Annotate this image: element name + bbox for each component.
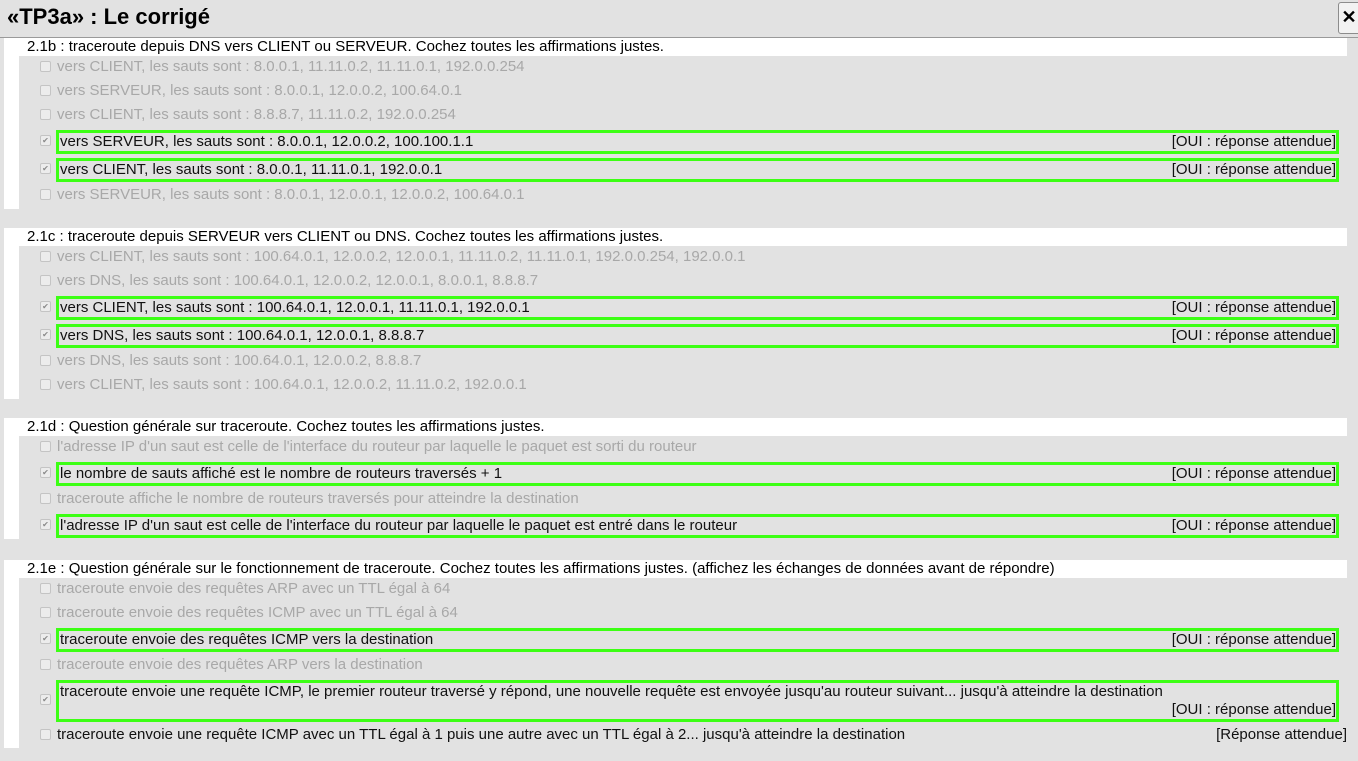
option-row-correct: ✔ l'adresse IP d'un saut est celle de l'… xyxy=(19,512,1347,540)
option-text: vers DNS, les sauts sont : 100.64.0.1, 1… xyxy=(60,327,425,344)
option-row: vers CLIENT, les sauts sont : 100.64.0.1… xyxy=(19,246,1347,270)
option-row-correct: ✔ vers SERVEUR, les sauts sont : 8.0.0.1… xyxy=(19,128,1347,156)
question-title: 2.1c : traceroute depuis SERVEUR vers CL… xyxy=(27,228,664,245)
options-panel: l'adresse IP d'un saut est celle de l'in… xyxy=(19,436,1347,539)
verdict-label: [OUI : réponse attendue] xyxy=(1171,327,1336,344)
checkbox[interactable] xyxy=(40,109,51,120)
option-text: traceroute envoie une requête ICMP avec … xyxy=(57,726,906,743)
option-text: traceroute envoie des requêtes ARP avec … xyxy=(57,580,451,597)
checkbox[interactable] xyxy=(40,355,51,366)
option-row: vers CLIENT, les sauts sont : 8.0.0.1, 1… xyxy=(19,56,1347,80)
verdict-label: [OUI : réponse attendue] xyxy=(1171,161,1336,178)
correct-answer-box: vers CLIENT, les sauts sont : 8.0.0.1, 1… xyxy=(56,158,1339,182)
checkbox[interactable] xyxy=(40,493,51,504)
option-row-correct: ✔ vers CLIENT, les sauts sont : 100.64.0… xyxy=(19,294,1347,322)
options-panel: traceroute envoie des requêtes ARP avec … xyxy=(19,578,1347,748)
option-text: vers DNS, les sauts sont : 100.64.0.1, 1… xyxy=(57,272,539,289)
verdict-label: [OUI : réponse attendue] xyxy=(1171,465,1336,482)
option-text: traceroute envoie des requêtes ICMP avec… xyxy=(57,604,458,621)
option-row: vers SERVEUR, les sauts sont : 8.0.0.1, … xyxy=(19,80,1347,104)
question-2-1d: 2.1d : Question générale sur traceroute.… xyxy=(4,418,1347,539)
option-row: vers SERVEUR, les sauts sont : 8.0.0.1, … xyxy=(19,184,1347,208)
checkbox[interactable] xyxy=(40,379,51,390)
verdict-label: [OUI : réponse attendue] xyxy=(1171,299,1336,316)
correction-content: 2.1b : traceroute depuis DNS vers CLIENT… xyxy=(0,38,1358,761)
option-row-correct: ✔ vers CLIENT, les sauts sont : 8.0.0.1,… xyxy=(19,156,1347,184)
verdict-label: [OUI : réponse attendue] xyxy=(1171,701,1336,718)
checkbox[interactable] xyxy=(40,85,51,96)
checkbox-checked[interactable]: ✔ xyxy=(40,694,51,705)
option-text: vers CLIENT, les sauts sont : 100.64.0.1… xyxy=(57,376,527,393)
checkbox-checked[interactable]: ✔ xyxy=(40,301,51,312)
option-text: vers CLIENT, les sauts sont : 100.64.0.1… xyxy=(57,248,746,265)
option-text: traceroute envoie une requête ICMP, le p… xyxy=(60,683,1163,700)
verdict-label: [Réponse attendue] xyxy=(1216,726,1347,743)
checkbox[interactable] xyxy=(40,189,51,200)
checkbox-checked[interactable]: ✔ xyxy=(40,163,51,174)
option-row-correct: ✔ traceroute envoie des requêtes ICMP ve… xyxy=(19,626,1347,654)
option-text: vers CLIENT, les sauts sont : 8.0.0.1, 1… xyxy=(57,58,525,75)
question-title: 2.1b : traceroute depuis DNS vers CLIENT… xyxy=(27,38,664,55)
question-2-1b: 2.1b : traceroute depuis DNS vers CLIENT… xyxy=(4,38,1347,209)
option-row: vers DNS, les sauts sont : 100.64.0.1, 1… xyxy=(19,270,1347,294)
option-text: vers CLIENT, les sauts sont : 8.8.8.7, 1… xyxy=(57,106,456,123)
option-text: vers CLIENT, les sauts sont : 100.64.0.1… xyxy=(60,299,530,316)
correct-answer-box: le nombre de sauts affiché est le nombre… xyxy=(56,462,1339,486)
checkbox-checked[interactable]: ✔ xyxy=(40,329,51,340)
checkbox[interactable] xyxy=(40,583,51,594)
checkbox[interactable] xyxy=(40,251,51,262)
option-text: l'adresse IP d'un saut est celle de l'in… xyxy=(60,517,738,534)
option-row-correct: ✔ vers DNS, les sauts sont : 100.64.0.1,… xyxy=(19,322,1347,350)
checkbox[interactable] xyxy=(40,729,51,740)
option-row-correct: ✔ le nombre de sauts affiché est le nomb… xyxy=(19,460,1347,488)
correct-answer-box: vers SERVEUR, les sauts sont : 8.0.0.1, … xyxy=(56,130,1339,154)
checkbox[interactable] xyxy=(40,275,51,286)
question-title: 2.1e : Question générale sur le fonction… xyxy=(27,560,1055,577)
correct-answer-box: vers CLIENT, les sauts sont : 100.64.0.1… xyxy=(56,296,1339,320)
checkbox-checked[interactable]: ✔ xyxy=(40,467,51,478)
question-2-1e: 2.1e : Question générale sur le fonction… xyxy=(4,560,1347,748)
question-title: 2.1d : Question générale sur traceroute.… xyxy=(27,418,545,435)
verdict-label: [OUI : réponse attendue] xyxy=(1171,517,1336,534)
option-text: vers CLIENT, les sauts sont : 8.0.0.1, 1… xyxy=(60,161,443,178)
option-row: vers CLIENT, les sauts sont : 8.8.8.7, 1… xyxy=(19,104,1347,128)
correct-answer-box: traceroute envoie une requête ICMP, le p… xyxy=(56,680,1339,722)
option-text: vers SERVEUR, les sauts sont : 8.0.0.1, … xyxy=(57,82,462,99)
option-row: traceroute envoie des requêtes ARP avec … xyxy=(19,578,1347,602)
correct-answer-box: vers DNS, les sauts sont : 100.64.0.1, 1… xyxy=(56,324,1339,348)
page-title: «TP3a» : Le corrigé xyxy=(7,4,210,29)
checkbox-checked[interactable]: ✔ xyxy=(40,135,51,146)
option-text: le nombre de sauts affiché est le nombre… xyxy=(60,465,503,482)
option-row: traceroute envoie des requêtes ICMP avec… xyxy=(19,602,1347,626)
option-row-correct: ✔ traceroute envoie une requête ICMP, le… xyxy=(19,678,1347,724)
checkbox[interactable] xyxy=(40,659,51,670)
option-text: vers DNS, les sauts sont : 100.64.0.1, 1… xyxy=(57,352,422,369)
title-bar: «TP3a» : Le corrigé ✕ xyxy=(0,0,1358,38)
option-row: traceroute affiche le nombre de routeurs… xyxy=(19,488,1347,512)
option-row-expected: traceroute envoie une requête ICMP avec … xyxy=(19,724,1347,748)
verdict-label: [OUI : réponse attendue] xyxy=(1171,631,1336,648)
checkbox[interactable] xyxy=(40,61,51,72)
correct-answer-box: l'adresse IP d'un saut est celle de l'in… xyxy=(56,514,1339,538)
option-row: vers DNS, les sauts sont : 100.64.0.1, 1… xyxy=(19,350,1347,374)
option-text: traceroute envoie des requêtes ARP vers … xyxy=(57,656,423,673)
correct-answer-box: traceroute envoie des requêtes ICMP vers… xyxy=(56,628,1339,652)
option-text: traceroute affiche le nombre de routeurs… xyxy=(57,490,579,507)
checkbox[interactable] xyxy=(40,607,51,618)
option-row: vers CLIENT, les sauts sont : 100.64.0.1… xyxy=(19,374,1347,398)
verdict-label: [OUI : réponse attendue] xyxy=(1171,133,1336,150)
checkbox[interactable] xyxy=(40,441,51,452)
options-panel: vers CLIENT, les sauts sont : 8.0.0.1, 1… xyxy=(19,56,1347,209)
question-2-1c: 2.1c : traceroute depuis SERVEUR vers CL… xyxy=(4,228,1347,399)
option-row: traceroute envoie des requêtes ARP vers … xyxy=(19,654,1347,678)
option-text: l'adresse IP d'un saut est celle de l'in… xyxy=(57,438,697,455)
option-row: l'adresse IP d'un saut est celle de l'in… xyxy=(19,436,1347,460)
option-text: traceroute envoie des requêtes ICMP vers… xyxy=(60,631,434,648)
checkbox-checked[interactable]: ✔ xyxy=(40,633,51,644)
option-text: vers SERVEUR, les sauts sont : 8.0.0.1, … xyxy=(57,186,525,203)
options-panel: vers CLIENT, les sauts sont : 100.64.0.1… xyxy=(19,246,1347,399)
checkbox-checked[interactable]: ✔ xyxy=(40,519,51,530)
option-text: vers SERVEUR, les sauts sont : 8.0.0.1, … xyxy=(60,133,474,150)
close-button[interactable]: ✕ xyxy=(1338,2,1358,34)
